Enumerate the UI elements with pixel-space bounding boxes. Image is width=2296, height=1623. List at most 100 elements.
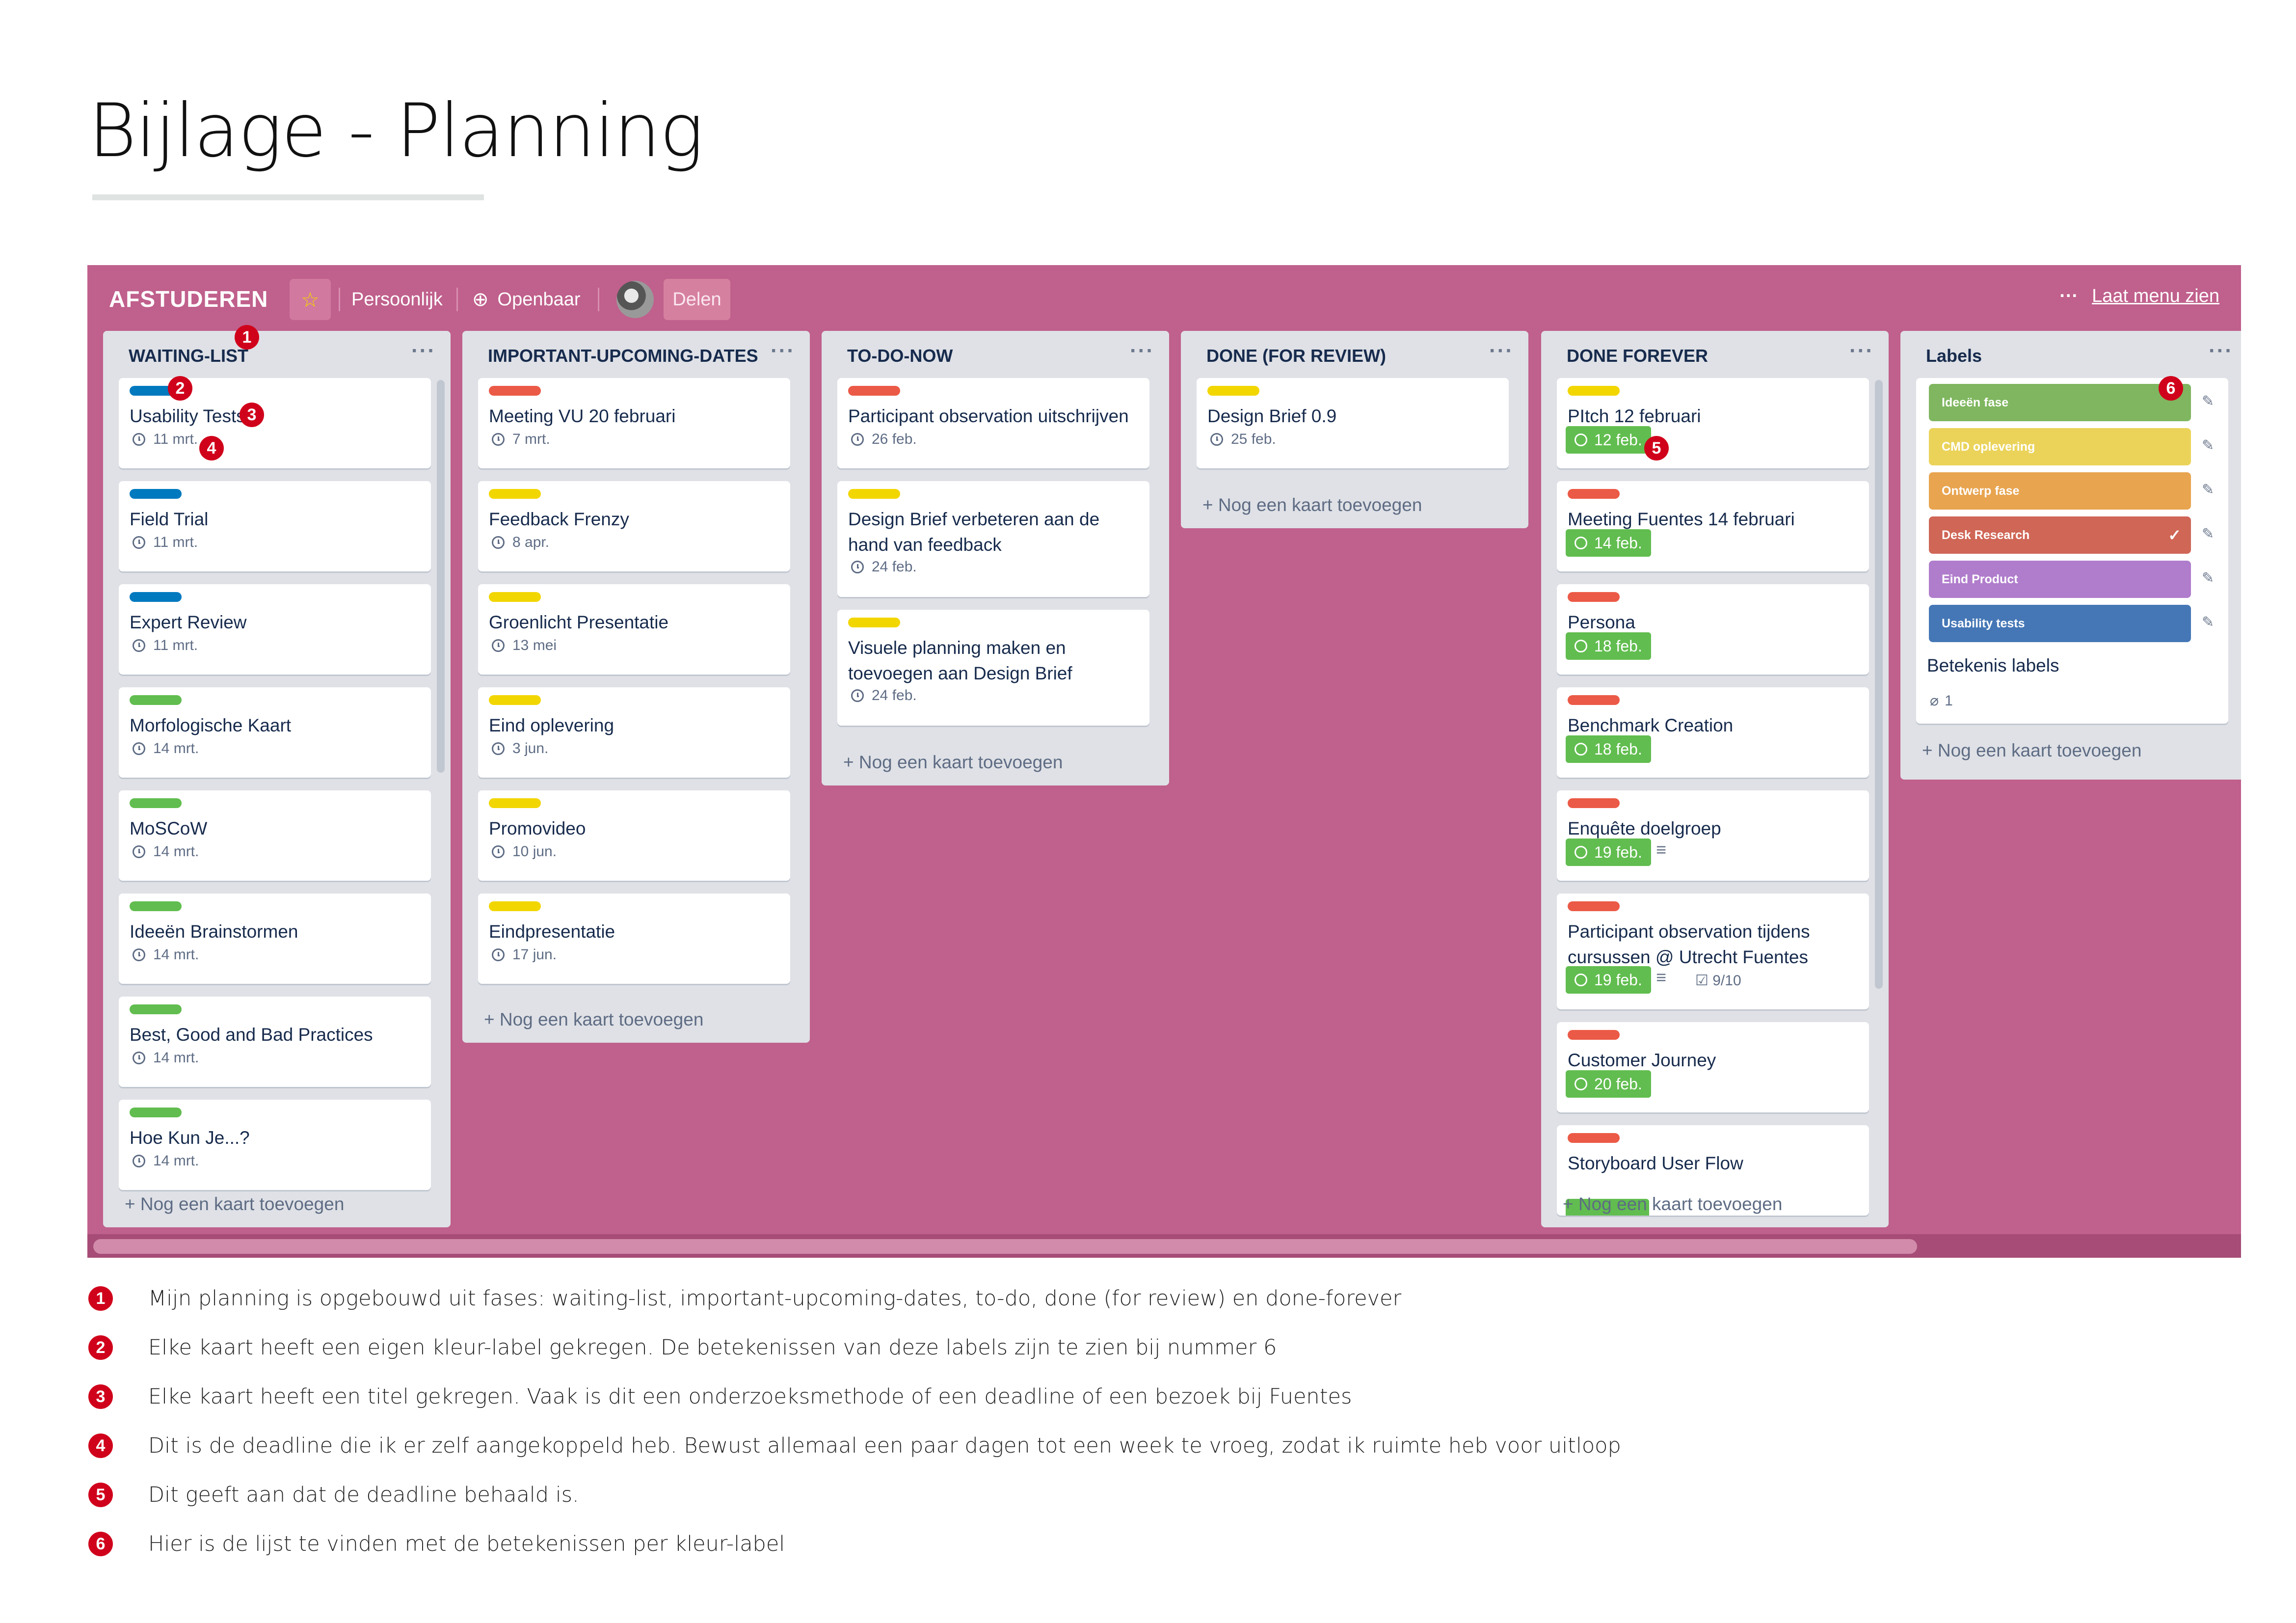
card-title: Usability Tests [130,406,245,426]
card[interactable]: MoSCoW 14 mrt. [119,790,431,881]
list-scrollbar[interactable] [1875,380,1883,989]
list-title[interactable]: DONE (FOR REVIEW) [1206,346,1386,366]
card-title: Visuele planning maken en toevoegen aan … [848,638,1072,683]
list-menu-icon[interactable]: ··· [1130,339,1154,363]
label-name: CMD oplevering [1942,439,2035,454]
visibility-button[interactable]: ⊕ Openbaar [472,279,581,320]
clock-icon [492,845,505,858]
card[interactable]: Eindpresentatie 17 jun. [478,893,790,984]
card-title: Hoe Kun Je...? [130,1128,250,1148]
card[interactable]: Groenlicht Presentatie 13 mei [478,584,790,675]
list-title[interactable]: DONE FOREVER [1567,346,1708,366]
card[interactable]: Design Brief verbeteren aan de hand van … [837,481,1149,597]
card[interactable]: Benchmark Creation 18 feb. [1557,687,1869,778]
board-name[interactable]: AFSTUDEREN [109,286,268,312]
legend-item: 4 Dit is de deadline die ik er zelf aange… [88,1434,1621,1463]
edit-icon[interactable]: ✎ [2202,614,2214,631]
card[interactable]: Ideeën Brainstormen 14 mrt. [119,893,431,984]
due-badge-complete[interactable]: 19 feb. [1566,966,1651,994]
due-badge-complete[interactable]: 18 feb. [1566,632,1651,660]
card-title: Customer Journey [1568,1050,1716,1070]
horizontal-scrollbar-thumb[interactable] [93,1239,1917,1254]
card[interactable]: Feedback Frenzy 8 apr. [478,481,790,571]
label-name: Desk Research [1942,528,2030,542]
card[interactable]: Visuele planning maken en toevoegen aan … [837,610,1149,726]
list-header: DONE FOREVER ··· [1541,331,1889,366]
list-title[interactable]: TO-DO-NOW [847,346,953,366]
card[interactable]: Customer Journey 20 feb. [1557,1022,1869,1112]
card[interactable]: Enquête doelgroep 19 feb. ≡ [1557,790,1869,881]
card-label [1568,592,1620,602]
due-date: 10 jun. [512,843,557,860]
due-badge-complete[interactable]: 19 feb. [1566,839,1651,866]
due-badge: 17 jun. [492,947,557,963]
show-menu-button[interactable]: ··· Laat menu zien [2059,286,2219,307]
list-menu-icon[interactable]: ··· [1849,339,1874,363]
card-label [489,386,541,396]
label-1[interactable]: CMD oplevering [1929,428,2191,465]
due-badge-complete[interactable]: 20 feb. [1566,1070,1651,1098]
card[interactable]: Meeting Fuentes 14 februari 14 feb. [1557,481,1869,571]
list-scrollbar[interactable] [437,380,445,773]
edit-icon[interactable]: ✎ [2202,393,2214,410]
card[interactable]: Persona 18 feb. [1557,584,1869,675]
due-date: 14 feb. [1594,534,1642,552]
card[interactable]: Hoe Kun Je...? 14 mrt. [119,1100,431,1190]
list-menu-icon[interactable]: ··· [771,339,795,363]
add-card-button[interactable]: + Nog een kaart toevoegen [1563,1194,1782,1215]
legend-item: 1 Mijn planning is opgebouwd uit fases: w… [88,1286,1401,1316]
due-badge: 7 mrt. [492,431,550,448]
list-title[interactable]: IMPORTANT-UPCOMING-DATES [488,346,758,366]
clock-icon [1575,537,1587,549]
card[interactable]: Participant observation tijdens cursusse… [1557,893,1869,1009]
list-menu-icon[interactable]: ··· [411,339,436,363]
clock-icon [492,948,505,961]
add-card-button[interactable]: + Nog een kaart toevoegen [484,1009,703,1030]
add-card-button[interactable]: + Nog een kaart toevoegen [1922,740,2141,761]
list-title[interactable]: WAITING-LIST [129,346,248,366]
card[interactable]: Promovideo 10 jun. [478,790,790,881]
card[interactable]: Best, Good and Bad Practices 14 mrt. [119,997,431,1087]
add-card-button[interactable]: + Nog een kaart toevoegen [1202,495,1422,515]
card[interactable]: Eind oplevering 3 jun. [478,687,790,778]
labels-card[interactable]: Ideeën fase ✎ CMD oplevering ✎ Ontwerp fase ✎… [1916,378,2228,724]
edit-icon[interactable]: ✎ [2202,481,2214,498]
card[interactable]: Expert Review 11 mrt. [119,584,431,675]
share-button[interactable]: Delen [664,279,730,320]
label-0[interactable]: Ideeën fase [1929,384,2191,421]
avatar[interactable] [616,281,654,318]
edit-icon[interactable]: ✎ [2202,437,2214,454]
card[interactable]: Morfologische Kaart 14 mrt. [119,687,431,778]
card[interactable]: Usability Tests 11 mrt. [119,378,431,468]
page-title: Bijlage - Planning [88,88,704,174]
card[interactable]: Field Trial 11 mrt. [119,481,431,571]
due-date: 19 feb. [1594,971,1642,989]
checklist-icon: ☑ [1695,973,1713,989]
label-5[interactable]: Usability tests [1929,605,2191,642]
due-badge-complete[interactable]: 18 feb. [1566,735,1651,763]
star-icon[interactable]: ☆ [290,279,331,320]
card[interactable]: Meeting VU 20 februari 7 mrt. [478,378,790,468]
card-title: Eind oplevering [489,715,614,735]
add-card-button[interactable]: + Nog een kaart toevoegen [125,1194,344,1215]
list-menu-icon[interactable]: ··· [2209,339,2233,363]
due-date: 24 feb. [872,687,917,703]
label-4[interactable]: Eind Product [1929,561,2191,598]
card-title: Enquête doelgroep [1568,818,1721,839]
due-badge-complete[interactable]: 12 feb. [1566,426,1651,454]
card-title: Persona [1568,612,1635,632]
list-menu-icon[interactable]: ··· [1489,339,1514,363]
team-button[interactable]: Persoonlijk [351,279,443,320]
list-title[interactable]: Labels [1926,346,1982,366]
due-date: 12 feb. [1594,431,1642,449]
label-3[interactable]: Desk Research ✓ [1929,516,2191,554]
due-badge-complete[interactable]: 14 feb. [1566,529,1651,557]
card-title: Field Trial [130,509,209,529]
card[interactable]: Participant observation uitschrijven 26 f… [837,378,1149,468]
edit-icon[interactable]: ✎ [2202,569,2214,587]
add-card-button[interactable]: + Nog een kaart toevoegen [843,752,1063,773]
card[interactable]: PItch 12 februari 12 feb. [1557,378,1869,468]
label-2[interactable]: Ontwerp fase [1929,472,2191,510]
card[interactable]: Design Brief 0.9 25 feb. [1197,378,1509,468]
edit-icon[interactable]: ✎ [2202,525,2214,542]
